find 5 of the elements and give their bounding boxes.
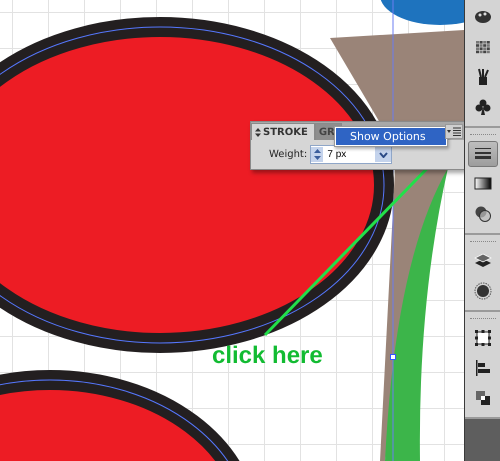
weight-label: Weight: — [269, 149, 308, 160]
menu-item[interactable]: Show Options — [336, 128, 446, 145]
panel-tab[interactable]: STROKE — [251, 123, 315, 140]
weight-spinner-field[interactable]: 7 px — [310, 145, 392, 164]
annotation-text: click here — [212, 342, 323, 370]
